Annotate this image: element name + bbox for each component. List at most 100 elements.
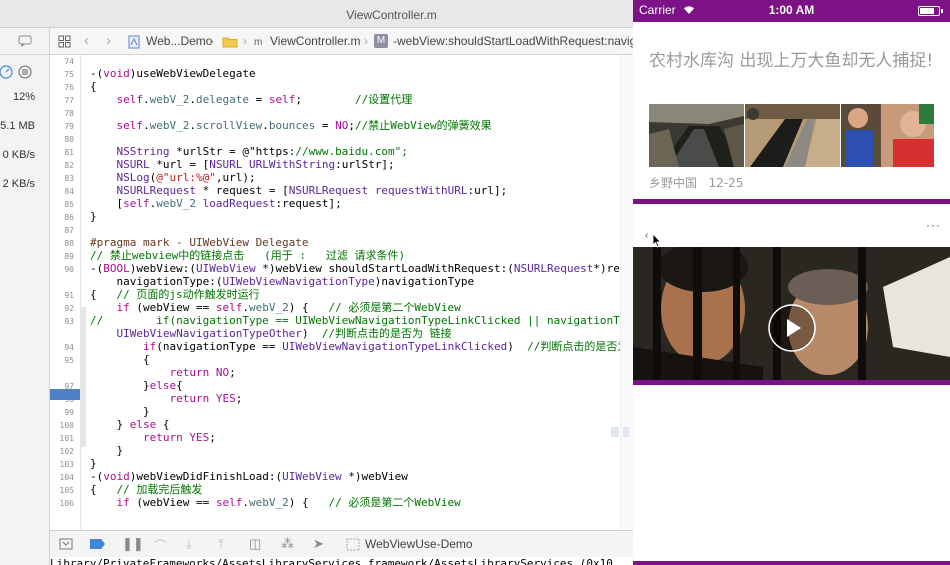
news-thumbnail[interactable] [745,104,840,167]
line-number[interactable]: 81 [50,148,74,157]
line-number[interactable]: 99 [50,408,74,417]
web-more-button[interactable]: ··· [926,218,941,232]
line-number[interactable]: 78 [50,109,74,118]
web-back-button[interactable]: ‹ [645,230,648,241]
code-line[interactable]: -(void)useWebViewDelegate [90,67,256,80]
hide-debug-area-icon[interactable] [59,538,73,550]
debug-target-label[interactable]: WebViewUse-Demo [365,537,473,551]
line-number[interactable]: 103 [50,460,74,469]
back-arrow-icon[interactable]: ‹ [84,32,89,49]
code-line[interactable]: // if(navigationType == UIWebViewNavigat… [90,314,620,327]
line-number[interactable]: 82 [50,161,74,170]
breadcrumb-file[interactable]: ViewController.m [270,34,360,48]
news-thumbnail[interactable] [841,104,934,167]
code-line[interactable]: { // 加载完后触发 [90,483,202,496]
code-line[interactable]: -(BOOL)webView:(UIWebView *)webView shou… [90,262,620,275]
code-line[interactable]: NSLog(@"url:%@",url); [90,171,256,184]
ios-simulator[interactable]: Carrier 1:00 AM 农村水库沟 出现上万大鱼却无人捕捉! 乡野中国 … [633,0,950,565]
network-in[interactable]: 0 KB/s [3,149,35,161]
play-icon[interactable] [768,304,816,352]
breadcrumb-method[interactable]: -webView:shouldStartLoadWithRequest:navi… [393,34,633,48]
line-number[interactable]: 76 [50,83,74,92]
code-line[interactable]: } [90,210,97,223]
news-thumbnail[interactable] [649,104,744,167]
video-player[interactable] [633,247,950,380]
line-number[interactable]: 84 [50,187,74,196]
code-line[interactable]: // 禁止webview中的链接点击 (用于 : 过滤 请求条件) [90,249,405,262]
code-line[interactable]: } [90,457,97,470]
line-number[interactable]: 89 [50,252,74,261]
line-number[interactable]: 90 [50,265,74,274]
breakpoint-marker[interactable] [50,389,80,400]
line-number[interactable]: 83 [50,174,74,183]
view-debugger-icon[interactable]: ◫ [249,536,261,552]
code-line[interactable]: if(navigationType == UIWebViewNavigation… [90,340,628,353]
code-folding-ribbon[interactable] [81,307,86,447]
forward-arrow-icon[interactable]: › [106,32,111,49]
line-number[interactable]: 91 [50,291,74,300]
code-line[interactable]: UIWebViewNavigationTypeOther) //判断点击的是否为… [90,327,452,340]
code-line[interactable]: } else { [90,418,169,431]
line-number[interactable]: 95 [50,356,74,365]
code-line[interactable]: [self.webV_2 loadRequest:request]; [90,197,341,210]
code-line[interactable]: #pragma mark - UIWebView Delegate [90,236,309,249]
line-number[interactable]: 105 [50,486,74,495]
memory-usage[interactable]: 5.1 MB [0,120,35,132]
grid-icon[interactable] [58,35,71,48]
line-number[interactable]: 101 [50,434,74,443]
code-line[interactable]: return NO; [90,366,235,379]
console-output[interactable]: Library/PrivateFrameworks/AssetsLibraryS… [50,557,633,565]
code-line[interactable]: { [90,353,150,366]
line-number[interactable]: 88 [50,239,74,248]
line-number[interactable]: 104 [50,473,74,482]
line-number[interactable]: 106 [50,499,74,508]
code-line[interactable]: }else{ [90,379,183,392]
editor-scrollbar[interactable] [611,55,633,530]
pause-icon[interactable]: ❚❚ [122,536,144,552]
line-number[interactable]: 80 [50,135,74,144]
code-line[interactable]: { [90,80,97,93]
step-into-icon[interactable]: ⤓ [186,536,192,552]
code-line[interactable]: self.webV_2.scrollView.bounces = NO;//禁止… [90,119,492,132]
line-number[interactable]: 100 [50,421,74,430]
code-line[interactable]: NSString *urlStr = @"https://www.baidu.c… [90,145,408,158]
line-number[interactable]: 86 [50,213,74,222]
breakpoints-toggle-icon[interactable] [90,539,106,549]
line-number[interactable]: 92 [50,304,74,313]
code-line[interactable]: } [90,405,150,418]
step-out-icon[interactable]: ⤒ [218,536,224,552]
speech-bubble-icon[interactable] [18,35,32,47]
location-icon[interactable]: ➤ [313,536,324,552]
source-editor[interactable]: 74 75 76 77 78 79 80 81 82 83 84 85 86 87 88 89 90 91 92 93… [50,55,633,530]
cpu-gauge-icon[interactable] [0,65,14,79]
code-line[interactable]: if (webView == self.webV_2) { // 必须是第二个W… [90,496,461,509]
code-line[interactable]: } [90,444,123,457]
line-number[interactable]: 96 [50,369,74,378]
line-number[interactable]: 102 [50,447,74,456]
line-number[interactable]: 74 [50,57,74,66]
news-headline[interactable]: 农村水库沟 出现上万大鱼却无人捕捉! [649,48,939,74]
network-out[interactable]: 2 KB/s [3,178,35,190]
line-number[interactable]: 77 [50,96,74,105]
line-number[interactable]: 93 [50,317,74,326]
cpu-usage[interactable]: 12% [13,91,35,103]
code-line[interactable]: self.webV_2.delegate = self; //设置代理 [90,93,413,106]
breadcrumb-project[interactable]: Web...Demo [146,34,212,48]
code-line[interactable]: navigationType:(UIWebViewNavigationType)… [90,275,474,288]
code-line[interactable]: { // 页面的js动作触发时运行 [90,288,260,301]
line-number-gutter[interactable]: 74 75 76 77 78 79 80 81 82 83 84 85 86 87 88 89 90 91 92 93… [50,55,80,530]
memory-graph-icon[interactable]: ⁂ [281,536,294,552]
line-number[interactable]: 75 [50,70,74,79]
code-line[interactable]: if (webView == self.webV_2) { // 必须是第二个W… [90,301,461,314]
code-line[interactable]: return YES; [90,392,242,405]
code-line[interactable]: -(void)webViewDidFinishLoad:(UIWebView *… [90,470,408,483]
line-number[interactable]: 85 [50,200,74,209]
code-line[interactable]: NSURLRequest * request = [NSURLRequest r… [90,184,508,197]
step-over-icon[interactable]: ⌒ [154,536,167,555]
memory-icon[interactable] [18,65,32,79]
line-number[interactable]: 79 [50,122,74,131]
code-line[interactable]: NSURL *url = [NSURL URLWithString:urlStr… [90,158,395,171]
code-line[interactable]: return YES; [90,431,216,444]
line-number[interactable]: 87 [50,226,74,235]
line-number[interactable]: 94 [50,343,74,352]
